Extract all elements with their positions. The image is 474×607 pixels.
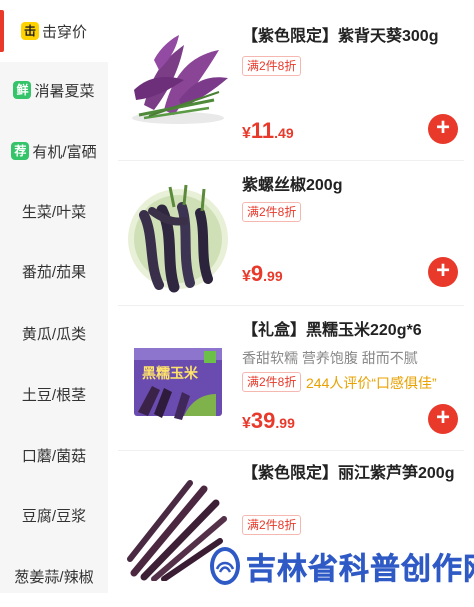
price-integer: 11: [250, 118, 275, 143]
review-summary: 244人评价“口感俱佳”: [306, 375, 437, 391]
price-decimal: .99: [263, 268, 283, 284]
watermark: 吉林省科普创作网: [210, 542, 474, 590]
active-indicator: [0, 10, 4, 52]
recommend-tag-icon: 荐: [11, 142, 30, 160]
product-title: 【紫色限定】紫背天葵300g: [242, 28, 439, 45]
sidebar-item-summer-vegetables[interactable]: 鲜 消暑夏菜: [0, 59, 108, 121]
price-integer: 39: [250, 408, 276, 433]
hit-tag-icon: 击: [20, 22, 39, 40]
sidebar-item-organic[interactable]: 荐 有机/富硒: [0, 120, 108, 182]
sidebar-item-hit-price[interactable]: 击 击穿价: [0, 0, 108, 62]
sidebar-item-label: 口蘑/菌菇: [21, 447, 87, 465]
product-title: 【紫色限定】丽江紫芦笋200g: [242, 465, 455, 482]
sidebar-item-label: 生菜/叶菜: [21, 203, 87, 221]
logo-icon: [210, 547, 240, 585]
box-label-text: 黑糯玉米: [142, 365, 199, 382]
promo-badge: 满2件8折: [242, 56, 302, 76]
product-card[interactable]: 黑糯玉米 【礼盒】黑糯玉米220g*6 香甜软糯 营养饱腹 甜而不腻 满2件8折…: [108, 306, 474, 450]
promo-badge: 满2件8折: [242, 202, 302, 222]
product-list: 【紫色限定】紫背天葵300g 满2件8折 ¥11.49 + 紫螺丝椒200g 满…: [108, 0, 474, 593]
black-corn-box-image: 黑糯玉米: [124, 342, 232, 422]
product-title: 紫螺丝椒200g: [242, 177, 343, 194]
plus-icon: +: [435, 404, 450, 431]
purple-leaf-vegetable-image: [124, 30, 232, 130]
sidebar-item-label: 黄瓜/瓜类: [21, 325, 87, 343]
sidebar-item-label: 葱姜蒜/辣椒: [14, 568, 94, 586]
add-to-cart-button[interactable]: +: [428, 257, 458, 287]
product-price: ¥9.99: [242, 261, 283, 287]
plus-icon: +: [435, 257, 450, 284]
sidebar-item-label: 土豆/根茎: [21, 386, 87, 404]
price-symbol: ¥: [242, 415, 251, 432]
category-sidebar: 击 击穿价 鲜 消暑夏菜 荐 有机/富硒 生菜/叶菜 番茄/茄果 黄瓜/瓜类 土…: [0, 0, 108, 593]
price-decimal: .49: [274, 125, 294, 141]
sidebar-item-leafy[interactable]: 生菜/叶菜: [0, 180, 108, 242]
add-to-cart-button[interactable]: +: [428, 114, 458, 144]
product-price: ¥39.99: [242, 408, 295, 434]
sidebar-item-tomato[interactable]: 番茄/茄果: [0, 240, 108, 302]
price-symbol: ¥: [242, 125, 251, 142]
fresh-tag-icon: 鲜: [13, 81, 32, 99]
product-subtitle: 香甜软糯 营养饱腹 甜而不腻: [242, 350, 418, 366]
purple-pepper-image: [124, 175, 232, 293]
price-integer: 9: [250, 261, 264, 286]
promo-badge: 满2件8折: [242, 372, 302, 392]
price-symbol: ¥: [242, 268, 251, 285]
sidebar-item-label: 消暑夏菜: [34, 82, 95, 100]
price-decimal: .99: [275, 415, 295, 431]
sidebar-item-label: 番茄/茄果: [21, 263, 87, 281]
product-title: 【礼盒】黑糯玉米220g*6: [242, 322, 422, 339]
sidebar-item-tofu[interactable]: 豆腐/豆浆: [0, 484, 108, 546]
sidebar-item-potato[interactable]: 土豆/根茎: [0, 363, 108, 425]
product-card[interactable]: 紫螺丝椒200g 满2件8折 ¥9.99 +: [108, 161, 474, 305]
plus-icon: +: [435, 114, 450, 141]
sidebar-item-mushroom[interactable]: 口蘑/菌菇: [0, 424, 108, 486]
add-to-cart-button[interactable]: +: [428, 404, 458, 434]
sidebar-item-spices[interactable]: 葱姜蒜/辣椒: [0, 545, 108, 607]
watermark-text: 吉林省科普创作网: [246, 553, 474, 587]
sidebar-item-label: 豆腐/豆浆: [21, 507, 87, 525]
product-price: ¥11.49: [242, 118, 294, 144]
sidebar-item-label: 有机/富硒: [32, 143, 97, 161]
sidebar-item-cucumber[interactable]: 黄瓜/瓜类: [0, 302, 108, 364]
promo-badge: 满2件8折: [242, 515, 302, 535]
sidebar-item-label: 击穿价: [41, 23, 87, 41]
product-card[interactable]: 【紫色限定】紫背天葵300g 满2件8折 ¥11.49 +: [108, 0, 474, 160]
